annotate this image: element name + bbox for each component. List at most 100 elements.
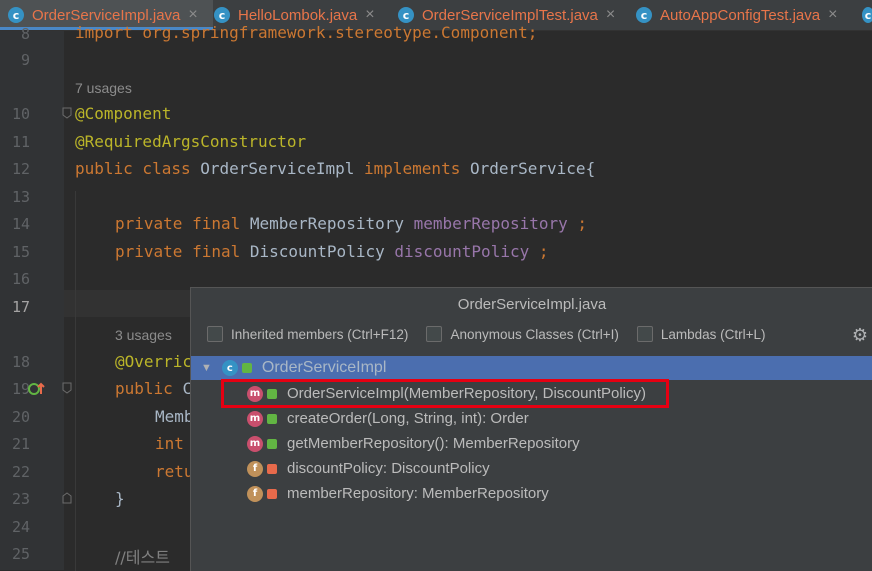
public-visibility-icon: [267, 413, 277, 424]
tree-item-discount-policy[interactable]: f discountPolicy: DiscountPolicy: [191, 456, 872, 481]
tab-overflow[interactable]: c: [862, 0, 872, 30]
brace: {: [585, 159, 596, 178]
tab-label: HelloLombok.java: [238, 6, 358, 24]
line-number: 9: [20, 51, 30, 69]
checkbox-label: Inherited members (Ctrl+F12): [231, 326, 409, 342]
code-line-import: import org.springframework.stereotype.Co…: [75, 23, 537, 42]
semicolon: ;: [529, 242, 549, 261]
popup-title: OrderServiceImpl.java: [457, 296, 607, 313]
keyword: public: [115, 379, 183, 398]
tree-item-label: getMemberRepository(): MemberRepository: [287, 435, 580, 452]
line-number: 8: [20, 25, 30, 43]
code-line-comment: //테스트: [115, 548, 170, 567]
checkbox-label: Lambdas (Ctrl+L): [660, 326, 766, 342]
line-number: 16: [11, 270, 30, 288]
keyword: public class: [75, 159, 201, 178]
line-number: 15: [11, 243, 30, 261]
tree-item-member-repository[interactable]: f memberRepository: MemberRepository: [191, 481, 872, 506]
line-number: 13: [11, 188, 30, 206]
checkbox-box[interactable]: [426, 326, 443, 342]
tab-label: OrderServiceImplTest.java: [422, 6, 598, 24]
code-line-close-brace: }: [115, 489, 125, 508]
java-class-icon: c: [8, 7, 24, 23]
code-line-field-member-repo: private final MemberRepository memberRep…: [115, 214, 587, 233]
gear-icon[interactable]: ⚙: [851, 326, 869, 344]
field-icon: f: [247, 485, 263, 502]
line-number: 18: [11, 353, 30, 371]
lambdas-checkbox[interactable]: Lambdas (Ctrl+L): [636, 326, 766, 342]
usages-hint[interactable]: 3 usages: [115, 327, 172, 343]
java-class-icon: c: [636, 7, 652, 23]
checkbox-box[interactable]: [636, 326, 653, 342]
public-visibility-icon: [241, 363, 252, 373]
line-number: 14: [11, 215, 30, 233]
checkbox-box[interactable]: [207, 326, 223, 342]
line-number: 21: [11, 435, 30, 453]
type-name: DiscountPolicy: [249, 242, 395, 261]
line-number: 23: [11, 490, 30, 508]
code-line-override: @Overric: [115, 352, 193, 371]
keyword: private final: [115, 242, 250, 261]
private-lock-icon: [267, 488, 277, 499]
type-name: MemberRepository: [249, 214, 414, 233]
private-lock-icon: [267, 463, 277, 474]
code-line-component: @Component: [75, 104, 172, 123]
code-text: import org.springframework.stereotype.Co…: [75, 23, 538, 42]
usages-hint[interactable]: 7 usages: [75, 80, 132, 96]
tree-item-label: memberRepository: MemberRepository: [287, 485, 549, 502]
java-class-icon: c: [862, 7, 872, 23]
code-line-field-discount: private final DiscountPolicy discountPol…: [115, 242, 548, 261]
indent-guide: [75, 191, 76, 571]
fold-icon[interactable]: [62, 382, 72, 394]
semicolon: ;: [567, 214, 588, 233]
anonymous-classes-checkbox[interactable]: Anonymous Classes (Ctrl+I): [426, 326, 619, 342]
tree-item-create-order[interactable]: m createOrder(Long, String, int): Order: [191, 406, 872, 431]
tab-label: OrderServiceImpl.java: [32, 6, 181, 24]
class-icon: c: [221, 360, 238, 376]
line-number: 22: [11, 463, 30, 481]
checkbox-label: Anonymous Classes (Ctrl+I): [450, 326, 619, 342]
code-line-required-args: @RequiredArgsConstructor: [75, 132, 307, 151]
line-number: 10: [11, 105, 30, 123]
tree-item-get-member-repository[interactable]: m getMemberRepository(): MemberRepositor…: [191, 431, 872, 456]
file-structure-popup[interactable]: OrderServiceImpl.java Inherited members …: [190, 287, 872, 571]
line-number: 20: [11, 408, 30, 426]
field-icon: f: [247, 460, 263, 477]
fold-icon[interactable]: [62, 107, 72, 119]
annotation-highlight-box: [221, 379, 669, 408]
public-visibility-icon: [267, 438, 277, 449]
keyword: implements: [364, 159, 470, 178]
inherited-members-checkbox[interactable]: Inherited members (Ctrl+F12): [207, 326, 408, 342]
implementation-gutter-icon[interactable]: [28, 382, 46, 396]
keyword: private final: [115, 214, 250, 233]
java-class-icon: c: [214, 7, 230, 23]
tab-label: AutoAppConfigTest.java: [660, 6, 821, 24]
field-name: memberRepository: [413, 214, 568, 233]
code-line-return: retu: [155, 462, 194, 481]
tree-item-label: createOrder(Long, String, int): Order: [287, 410, 529, 427]
close-icon[interactable]: ×: [606, 6, 615, 24]
tree-item-label: discountPolicy: DiscountPolicy: [287, 460, 490, 477]
tab-auto-app-config-test[interactable]: c AutoAppConfigTest.java ×: [636, 0, 856, 30]
chevron-down-icon[interactable]: ▼: [201, 362, 212, 374]
line-number: 12: [11, 160, 30, 178]
line-number: 24: [11, 518, 30, 536]
method-icon: m: [247, 435, 263, 452]
line-number: 11: [11, 133, 30, 151]
method-icon: m: [247, 410, 263, 427]
tree-root-class[interactable]: ▼ c OrderServiceImpl: [191, 356, 872, 380]
close-icon[interactable]: ×: [828, 6, 837, 24]
code-line-member: Memb: [155, 407, 194, 426]
code-line-int: int: [155, 434, 194, 453]
code-line-class-decl: public class OrderServiceImpl implements…: [75, 159, 595, 178]
line-number: 19: [11, 380, 30, 398]
line-number: 17: [11, 298, 30, 316]
line-number: 25: [11, 545, 30, 563]
close-icon[interactable]: ×: [188, 6, 197, 24]
close-icon[interactable]: ×: [365, 6, 374, 24]
tree-item-label: OrderServiceImpl: [261, 359, 387, 376]
field-name: discountPolicy: [394, 242, 530, 261]
structure-filters: Inherited members (Ctrl+F12) Anonymous C…: [207, 326, 784, 342]
fold-icon[interactable]: [62, 492, 72, 504]
java-class-icon: c: [398, 7, 414, 23]
